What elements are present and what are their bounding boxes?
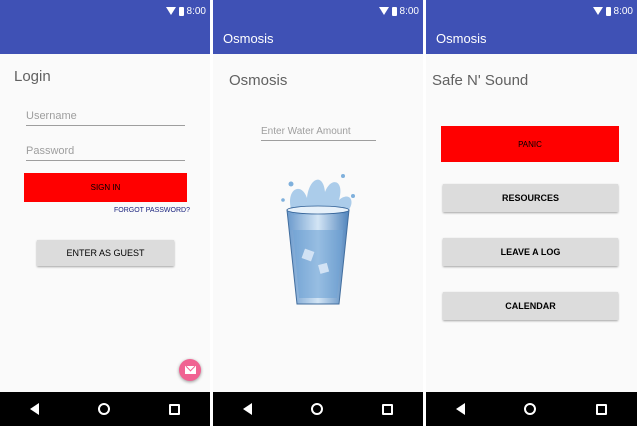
back-icon[interactable] <box>29 403 39 415</box>
recent-apps-icon[interactable] <box>169 403 181 415</box>
page-heading: Safe N' Sound <box>432 72 529 89</box>
page-title: Login <box>14 68 51 85</box>
recent-apps-icon[interactable] <box>382 403 394 415</box>
water-screen: 8:00 Osmosis Osmosis Enter Water Amount <box>213 0 423 426</box>
safe-n-sound-screen: 8:00 Osmosis Safe N' Sound PANIC RESOURC… <box>426 0 637 426</box>
status-bar: 8:00 <box>213 0 423 22</box>
status-bar: 8:00 <box>426 0 637 22</box>
water-amount-field[interactable]: Enter Water Amount <box>261 126 376 141</box>
app-title: Osmosis <box>223 30 274 46</box>
home-icon[interactable] <box>524 403 537 415</box>
forgot-password-link[interactable]: FORGOT PASSWORD? <box>114 207 190 214</box>
back-icon[interactable] <box>242 403 252 415</box>
wifi-icon <box>378 7 389 15</box>
status-time: 8:00 <box>613 5 633 17</box>
page-heading: Osmosis <box>229 72 288 89</box>
status-bar: 8:00 <box>0 0 210 22</box>
login-screen: 8:00 Login Username Password SIGN IN FOR… <box>0 0 210 426</box>
water-glass-image <box>281 174 355 305</box>
nav-bar <box>0 392 210 426</box>
username-field[interactable]: Username <box>26 110 185 126</box>
wifi-icon <box>592 7 603 15</box>
email-fab-button[interactable] <box>179 359 201 381</box>
battery-icon <box>605 6 611 16</box>
back-icon[interactable] <box>455 403 465 415</box>
sign-in-button[interactable]: SIGN IN <box>24 173 187 202</box>
battery-icon <box>178 6 184 16</box>
app-bar: Osmosis <box>213 22 423 54</box>
battery-icon <box>391 6 397 16</box>
resources-button[interactable]: RESOURCES <box>443 184 618 212</box>
panic-button[interactable]: PANIC <box>441 126 619 162</box>
home-icon[interactable] <box>97 403 110 415</box>
wifi-icon <box>165 7 176 15</box>
nav-bar <box>426 392 637 426</box>
password-field[interactable]: Password <box>26 145 185 161</box>
calendar-button[interactable]: CALENDAR <box>443 292 618 320</box>
enter-as-guest-button[interactable]: ENTER AS GUEST <box>37 240 174 266</box>
home-icon[interactable] <box>310 403 323 415</box>
app-bar <box>0 22 210 54</box>
leave-a-log-button[interactable]: LEAVE A LOG <box>443 238 618 266</box>
status-time: 8:00 <box>399 5 419 17</box>
status-time: 8:00 <box>186 5 206 17</box>
app-bar: Osmosis <box>426 22 637 54</box>
recent-apps-icon[interactable] <box>596 403 608 415</box>
email-icon <box>184 366 196 374</box>
nav-bar <box>213 392 423 426</box>
app-title: Osmosis <box>436 30 487 46</box>
